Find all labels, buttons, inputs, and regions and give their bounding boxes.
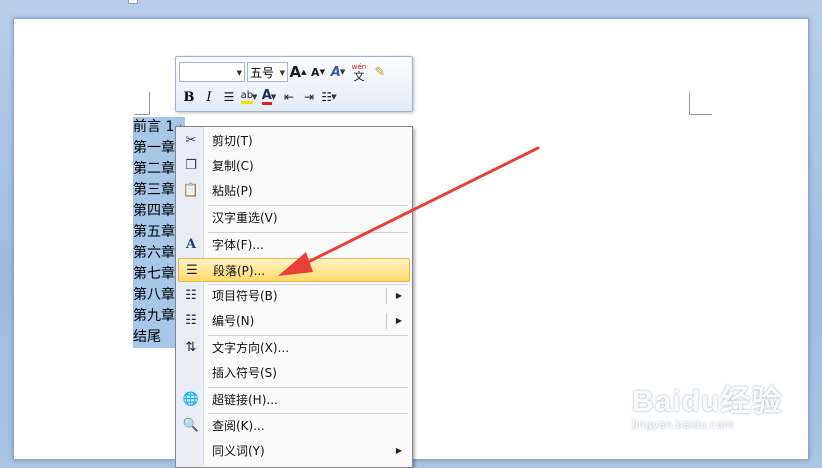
arrow-head <box>278 252 313 276</box>
baidu-watermark: Baidu经验 jingyan.baidu.com <box>632 376 782 431</box>
watermark-brand: Baidu经验 <box>632 385 783 418</box>
arrow-shaft <box>294 146 540 270</box>
